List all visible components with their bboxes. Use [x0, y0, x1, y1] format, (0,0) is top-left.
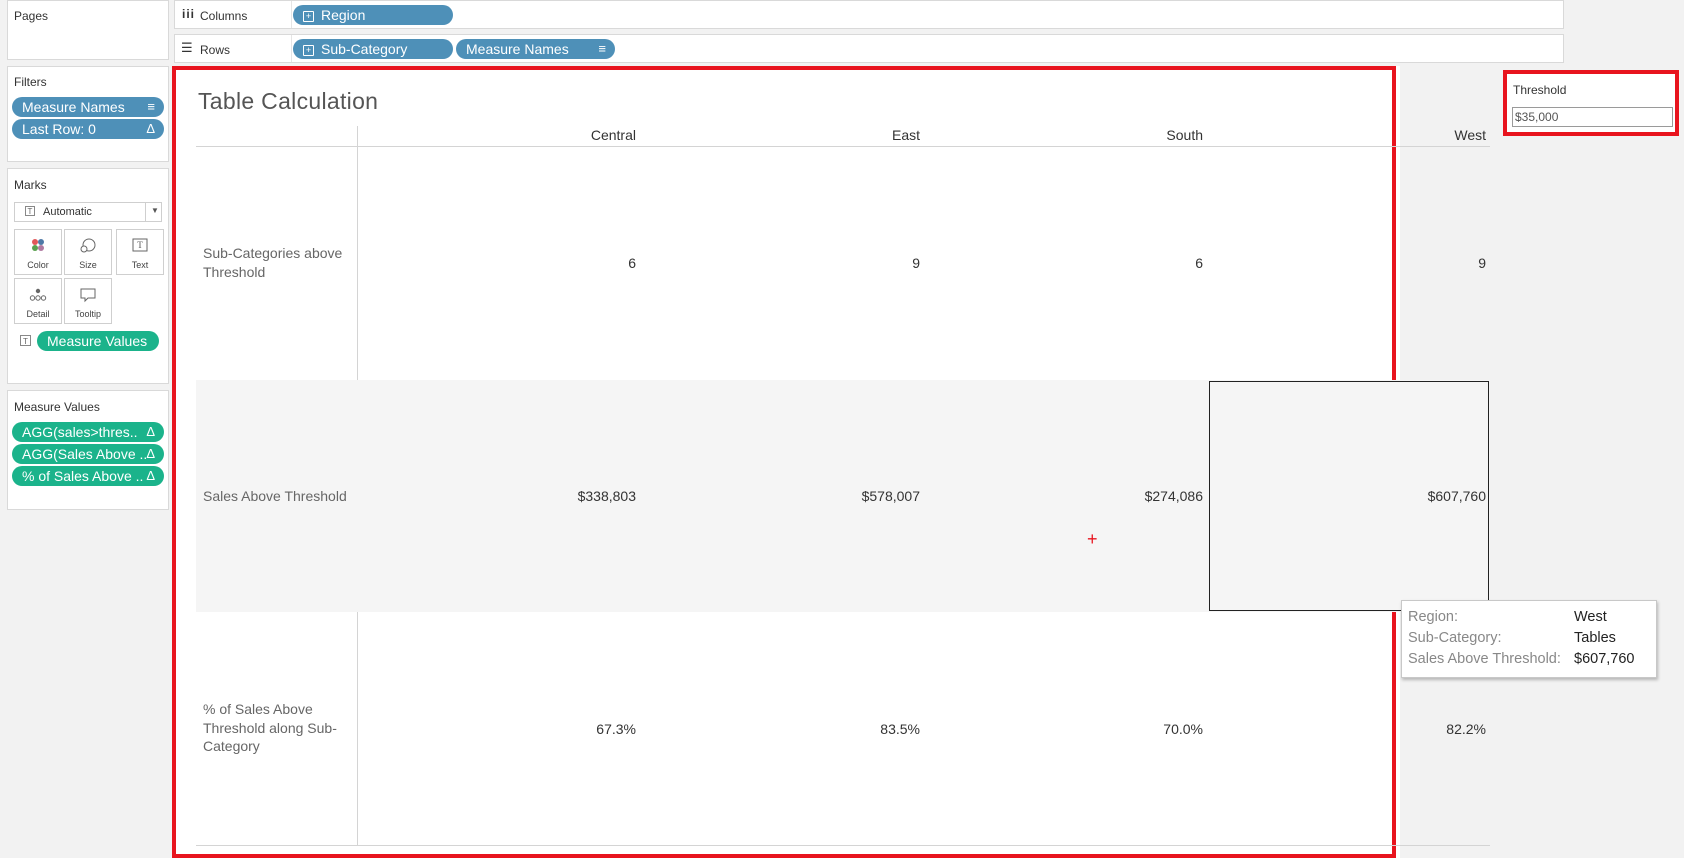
- rows-shelf[interactable]: ☰ Rows + Sub-Category Measure Names ≡: [174, 34, 1564, 63]
- color-label: Color: [27, 260, 49, 270]
- tooltip-region-key: Region:: [1408, 609, 1458, 625]
- sort-icon: ≡: [147, 99, 155, 114]
- marks-pill-measure-values[interactable]: Measure Values: [37, 331, 159, 351]
- column-header-east[interactable]: East: [640, 127, 920, 143]
- text-label: Text: [131, 260, 149, 270]
- table-cell[interactable]: 9: [1280, 255, 1486, 271]
- measure-values-card[interactable]: Measure Values AGG(sales>thres.. Δ AGG(S…: [7, 390, 169, 510]
- table-cell[interactable]: $274,086: [1000, 488, 1203, 504]
- rows-pill-sub-category[interactable]: + Sub-Category: [293, 39, 453, 59]
- sort-icon: ≡: [598, 41, 606, 56]
- detail-button[interactable]: Detail: [14, 278, 62, 324]
- rows-icon: ☰: [181, 40, 193, 55]
- tooltip-popup: Region: West Sub-Category: Tables Sales …: [1401, 600, 1657, 678]
- detail-label: Detail: [26, 309, 50, 319]
- mark-type-label: Automatic: [43, 206, 92, 218]
- text-encoding-icon: T: [20, 335, 31, 346]
- delta-icon: Δ: [146, 424, 155, 439]
- tooltip-label: Tooltip: [74, 309, 101, 319]
- measure-pill-3[interactable]: % of Sales Above .. Δ: [12, 466, 164, 486]
- rows-pill-measure-names[interactable]: Measure Names ≡: [456, 39, 615, 59]
- table-cell[interactable]: $338,803: [440, 488, 636, 504]
- column-header-west[interactable]: West: [1206, 127, 1486, 143]
- size-icon: [65, 238, 111, 254]
- filters-card[interactable]: Filters Measure Names ≡ Last Row: 0 Δ: [7, 66, 169, 162]
- delta-icon: Δ: [146, 446, 155, 461]
- cursor-crosshair-icon: +: [1087, 529, 1098, 549]
- detail-icon: [15, 287, 61, 303]
- column-header-south[interactable]: South: [923, 127, 1203, 143]
- marks-card[interactable]: Marks T Automatic ▼ Color Size T Text De…: [7, 168, 169, 384]
- delta-icon: Δ: [146, 468, 155, 483]
- chevron-down-icon: ▼: [151, 206, 159, 215]
- pages-title: Pages: [14, 9, 49, 23]
- table-cell[interactable]: 6: [440, 255, 636, 271]
- text-mark-icon: T: [25, 206, 35, 216]
- table-cell[interactable]: 6: [1000, 255, 1203, 271]
- measure-values-title: Measure Values: [14, 400, 100, 414]
- mark-type-dropdown[interactable]: T Automatic ▼: [14, 202, 162, 222]
- tooltip-region-value: West: [1574, 609, 1607, 625]
- rows-label: Rows: [200, 43, 231, 57]
- text-button[interactable]: T Text: [116, 229, 164, 275]
- columns-label: Columns: [200, 9, 248, 23]
- color-icon: [15, 238, 61, 254]
- tooltip-sales-key: Sales Above Threshold:: [1408, 651, 1561, 667]
- column-header-central[interactable]: Central: [358, 127, 636, 143]
- expand-icon: +: [303, 45, 314, 56]
- tooltip-icon: [65, 287, 111, 303]
- table-cell[interactable]: 82.2%: [1280, 721, 1486, 737]
- size-button[interactable]: Size: [64, 229, 112, 275]
- svg-text:T: T: [137, 240, 143, 250]
- tooltip-subcat-key: Sub-Category:: [1408, 630, 1502, 646]
- view-title: Table Calculation: [198, 88, 379, 114]
- table-cell[interactable]: $607,760: [1280, 488, 1486, 504]
- table-cell[interactable]: 83.5%: [720, 721, 920, 737]
- marks-title: Marks: [14, 178, 47, 192]
- measure-pill-2[interactable]: AGG(Sales Above .. Δ: [12, 444, 164, 464]
- table-cell[interactable]: 67.3%: [440, 721, 636, 737]
- delta-icon: Δ: [146, 121, 155, 136]
- columns-icon: iii: [182, 7, 196, 21]
- filter-pill-last-row[interactable]: Last Row: 0 Δ: [12, 119, 164, 139]
- text-icon: T: [117, 238, 163, 254]
- size-label: Size: [79, 260, 97, 270]
- tooltip-subcat-value: Tables: [1574, 630, 1616, 646]
- table-cell[interactable]: 9: [720, 255, 920, 271]
- expand-icon: +: [303, 11, 314, 22]
- columns-pill-region[interactable]: + Region: [293, 5, 453, 25]
- table-cell[interactable]: 70.0%: [1000, 721, 1203, 737]
- threshold-input[interactable]: $35,000: [1512, 107, 1673, 127]
- table-cell[interactable]: $578,007: [720, 488, 920, 504]
- threshold-title: Threshold: [1513, 83, 1567, 97]
- row-header-sales-above[interactable]: Sales Above Threshold: [203, 487, 363, 506]
- tooltip-button[interactable]: Tooltip: [64, 278, 112, 324]
- tooltip-sales-value: $607,760: [1574, 651, 1635, 667]
- row-header-pct-sales[interactable]: % of Sales Above Threshold along Sub-Cat…: [203, 700, 343, 756]
- filter-pill-measure-names[interactable]: Measure Names ≡: [12, 97, 164, 117]
- measure-pill-1[interactable]: AGG(sales>thres.. Δ: [12, 422, 164, 442]
- pages-card[interactable]: Pages: [7, 0, 169, 60]
- columns-shelf[interactable]: iii Columns + Region: [174, 0, 1564, 29]
- filters-title: Filters: [14, 75, 47, 89]
- color-button[interactable]: Color: [14, 229, 62, 275]
- row-header-subcategories[interactable]: Sub-Categories above Threshold: [203, 244, 353, 281]
